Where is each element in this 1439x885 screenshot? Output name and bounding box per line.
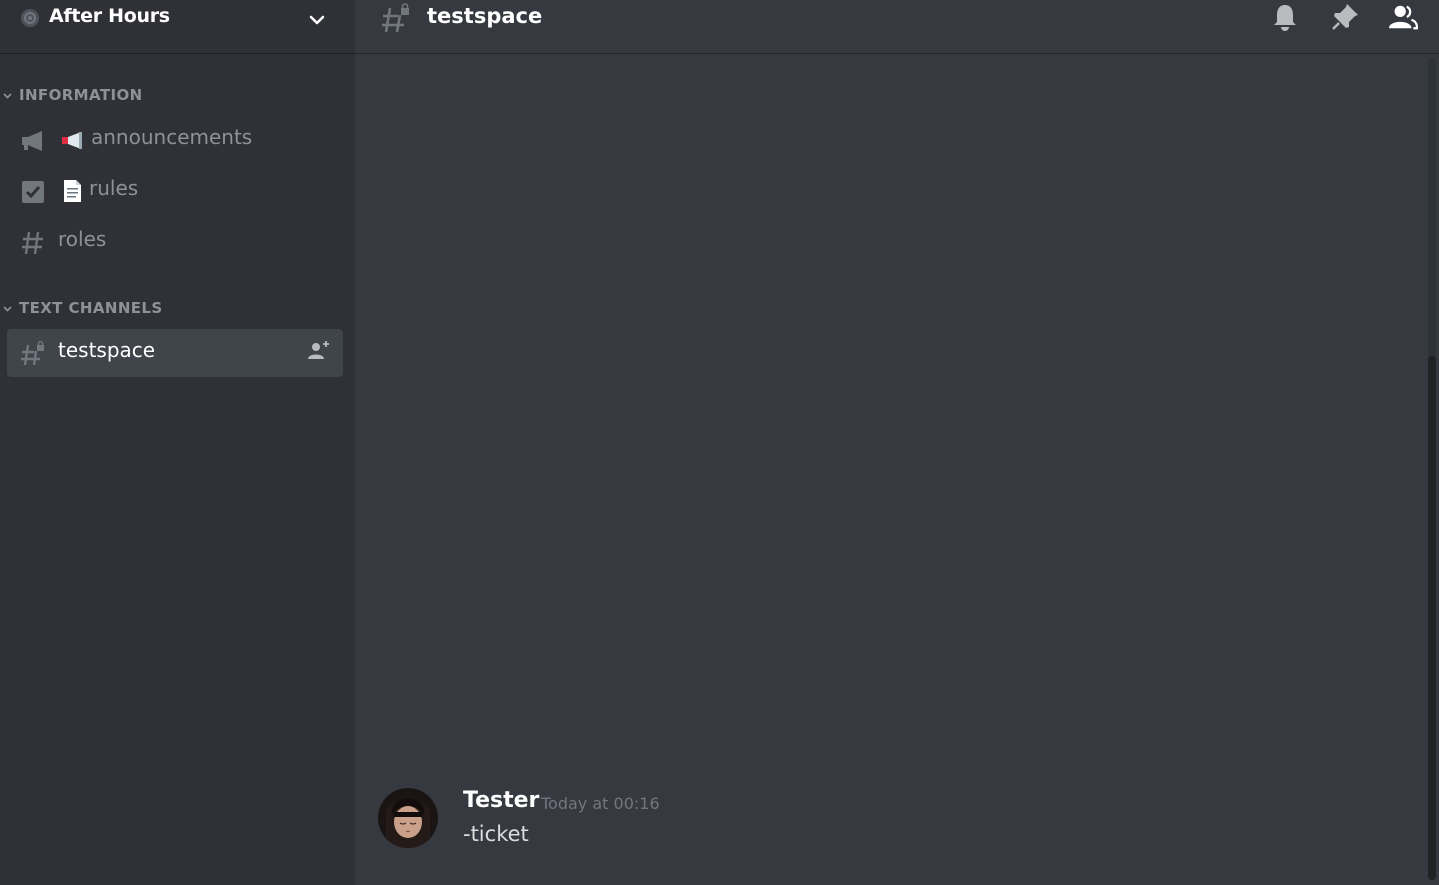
category-chevron-icon <box>3 93 12 99</box>
avatar-image <box>378 788 438 848</box>
message-scrollbar[interactable] <box>1428 58 1436 880</box>
hash-icon <box>22 231 43 255</box>
server-name: After Hours <box>49 5 170 27</box>
channel-label: roles <box>58 227 107 251</box>
category-label: TEXT CHANNELS <box>19 299 163 317</box>
bell-icon[interactable] <box>1270 2 1300 32</box>
members-icon[interactable] <box>1388 2 1418 32</box>
avatar[interactable] <box>378 788 438 848</box>
scrollbar-thumb[interactable] <box>1428 356 1436 880</box>
channel-roles[interactable]: roles <box>7 218 343 266</box>
page-emoji <box>64 180 81 202</box>
channel-label: announcements <box>91 125 253 149</box>
message-timestamp: Today at 00:16 <box>541 794 660 813</box>
locked-hash-icon <box>21 341 44 366</box>
channel-testspace[interactable]: testspace <box>7 329 343 377</box>
category-chevron-icon <box>3 306 12 312</box>
megaphone-emoji <box>62 132 82 149</box>
category-information[interactable]: INFORMATION <box>0 86 340 106</box>
channel-header: testspace <box>355 0 1439 53</box>
channel-announcements[interactable]: announcements <box>7 116 343 164</box>
checkbox-icon <box>22 181 44 203</box>
channel-label: rules <box>89 176 139 200</box>
channel-rules[interactable]: rules <box>7 167 343 215</box>
add-member-icon[interactable] <box>307 340 331 362</box>
server-gear-icon <box>21 9 39 27</box>
channel-sidebar: After Hours INFORMATION announcements ru… <box>0 0 355 885</box>
pin-icon[interactable] <box>1330 2 1360 32</box>
server-header[interactable]: After Hours <box>0 0 355 53</box>
category-text-channels[interactable]: TEXT CHANNELS <box>0 299 340 319</box>
chat-message: Tester Today at 00:16 -ticket <box>378 786 1278 856</box>
channel-label: testspace <box>58 338 156 362</box>
channel-title: testspace <box>427 4 543 28</box>
message-author[interactable]: Tester <box>463 788 539 813</box>
megaphone-icon <box>22 131 42 151</box>
locked-hash-icon <box>382 3 409 33</box>
category-label: INFORMATION <box>19 86 143 104</box>
message-content: -ticket <box>463 822 529 846</box>
chevron-down-icon[interactable] <box>306 9 328 31</box>
